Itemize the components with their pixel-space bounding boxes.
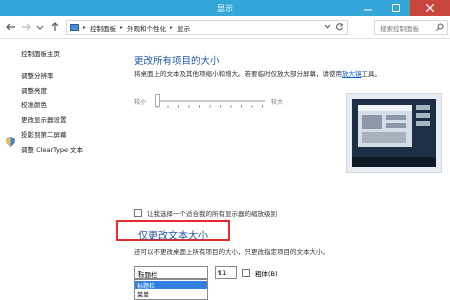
bold-label: 粗体(B) <box>255 270 278 278</box>
size-slider-track[interactable] <box>155 100 265 102</box>
shield-icon <box>6 137 15 147</box>
up-arrow-icon <box>51 22 59 31</box>
search-placeholder: 搜索控制面板 <box>380 24 419 33</box>
resize-description-text: 将桌面上的文本及其他项缩小和增大。若要临时仅放大部分屏幕，请使用 <box>134 70 342 78</box>
refresh-icon[interactable] <box>335 22 344 31</box>
custom-scaling-checkbox[interactable] <box>134 209 142 217</box>
breadcrumb-separator-icon: ▸ <box>120 24 124 31</box>
chevron-down-icon: ▾ <box>218 269 222 276</box>
breadcrumb-display[interactable]: 显示 <box>177 23 190 33</box>
forward-arrow-icon <box>22 23 31 31</box>
navigation-bar: ▸ 控制面板 ▸ 外观和个性化 ▸ 显示 搜索控制面板 <box>0 16 450 39</box>
resize-heading: 更改所有项目的大小 <box>134 56 220 67</box>
resize-description: 将桌面上的文本及其他项缩小和增大。若要临时仅放大部分屏幕，请使用放大镜工具。 <box>134 68 381 78</box>
text-size-heading: 仅更改文本大小 <box>138 231 208 242</box>
breadcrumb-control-panel[interactable]: 控制面板 <box>90 23 116 33</box>
text-element-dropdown-list: 标题栏 菜单 <box>134 279 208 300</box>
back-button[interactable] <box>5 21 17 33</box>
bold-row: 粗体(B) <box>242 268 278 278</box>
slider-max-label: 较大 <box>271 99 284 106</box>
magnifier-link[interactable]: 放大镜 <box>342 70 362 78</box>
resize-description-suffix: 工具。 <box>361 70 382 78</box>
up-button[interactable] <box>49 21 61 33</box>
chevron-down-icon <box>36 25 44 30</box>
custom-scaling-label: 让我选择一个适合我的所有显示器的缩放级别 <box>147 210 277 218</box>
close-icon <box>426 4 434 12</box>
dropdown-option-label: 标题栏 <box>137 283 156 290</box>
title-bar: 显示 <box>0 0 450 16</box>
back-arrow-icon <box>6 23 15 31</box>
recent-locations-button[interactable] <box>34 21 46 33</box>
sidebar-item-home[interactable]: 控制面板主页 <box>21 48 60 58</box>
size-slider-thumb[interactable] <box>155 94 160 107</box>
main-content: 更改所有项目的大小 将桌面上的文本及其他项缩小和增大。若要临时仅放大部分屏幕，请… <box>116 40 450 300</box>
close-button[interactable] <box>410 0 450 16</box>
sidebar-item-project[interactable]: 投影到第二屏幕 <box>21 129 67 139</box>
sidebar-item-display-settings[interactable]: 更改显示器设置 <box>21 114 67 124</box>
window-controls <box>354 0 450 16</box>
control-panel-icon <box>70 23 79 31</box>
minimize-icon <box>364 9 372 11</box>
sidebar: 控制面板主页 调整分辨率 调整亮度 校准颜色 更改显示器设置 投影到第二屏幕 调… <box>0 40 118 300</box>
dropdown-option-label: 菜单 <box>137 292 150 299</box>
search-input[interactable]: 搜索控制面板 <box>374 20 448 35</box>
address-bar[interactable]: ▸ 控制面板 ▸ 外观和个性化 ▸ 显示 <box>66 20 348 35</box>
chevron-down-icon: ▾ <box>138 269 142 276</box>
sidebar-item-resolution[interactable]: 调整分辨率 <box>21 70 54 80</box>
dropdown-option-titlebar[interactable]: 标题栏 <box>135 281 207 290</box>
sidebar-item-cleartype[interactable]: 调整 ClearType 文本 <box>21 144 83 154</box>
dropdown-option-menu[interactable]: 菜单 <box>135 290 207 299</box>
sidebar-item-brightness[interactable]: 调整亮度 <box>21 85 47 95</box>
text-size-description: 还可以不更改桌面上所有项目的大小，只更改指定项目的文本大小。 <box>134 248 329 256</box>
maximize-button[interactable] <box>382 0 410 16</box>
breadcrumb-appearance[interactable]: 外观和个性化 <box>127 23 166 33</box>
custom-scaling-row: 让我选择一个适合我的所有显示器的缩放级别 <box>134 208 277 218</box>
breadcrumb-separator-icon: ▸ <box>170 24 174 31</box>
maximize-icon <box>392 4 400 12</box>
forward-button[interactable] <box>20 21 32 33</box>
address-dropdown-icon[interactable] <box>324 23 331 30</box>
text-element-select[interactable]: 标题栏 ▾ <box>134 266 208 279</box>
search-icon <box>436 23 444 31</box>
font-size-select[interactable]: 11 ▾ <box>215 266 237 279</box>
breadcrumb-separator-icon: ▸ <box>83 24 87 31</box>
size-slider-ticks <box>157 105 263 108</box>
display-preview-image <box>346 93 442 173</box>
bold-checkbox[interactable] <box>242 269 250 277</box>
sidebar-item-calibrate-color[interactable]: 校准颜色 <box>21 99 47 109</box>
slider-min-label: 较小 <box>134 99 147 106</box>
minimize-button[interactable] <box>354 0 382 16</box>
